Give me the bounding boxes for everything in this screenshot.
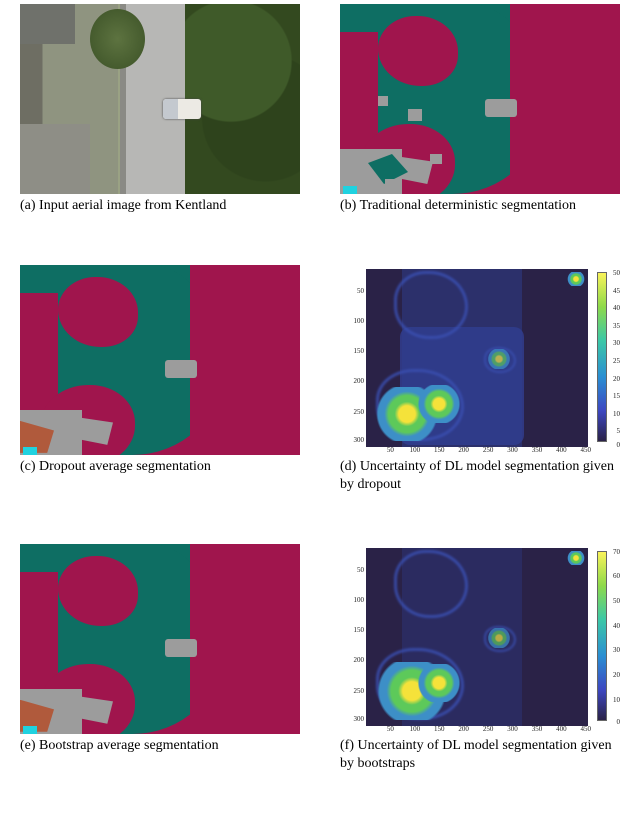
y-tick: 100: [346, 596, 364, 604]
x-tick: 200: [458, 446, 469, 454]
panel-f: 50 100 150 200 250 300 50 100 150 200 25…: [330, 544, 630, 773]
x-tick: 250: [483, 446, 494, 454]
cbar-tick: 0: [617, 441, 621, 449]
y-tick: 150: [346, 626, 364, 634]
colorbar-ticks-f: 70 60 50 40 30 20 10 0: [608, 548, 620, 724]
y-tick: 300: [346, 715, 364, 723]
x-tick: 450: [581, 725, 592, 733]
x-tick: 350: [532, 725, 543, 733]
x-tick: 250: [483, 725, 494, 733]
y-tick: 300: [346, 436, 364, 444]
panel-c: (c) Dropout average segmentation: [10, 265, 310, 494]
x-tick: 150: [434, 725, 445, 733]
y-axis-ticks-d: 50 100 150 200 250 300: [346, 269, 364, 447]
y-axis-ticks-f: 50 100 150 200 250 300: [346, 548, 364, 726]
y-tick: 150: [346, 347, 364, 355]
panel-a: (a) Input aerial image from Kentland: [10, 4, 310, 215]
panel-b: (b) Traditional deterministic segmentati…: [330, 4, 630, 215]
y-tick: 100: [346, 317, 364, 325]
uncertainty-dropout: 50 100 150 200 250 300 50 100 150 200 25…: [340, 265, 620, 455]
panel-e: (e) Bootstrap average segmentation: [10, 544, 310, 773]
figure-grid: (a) Input aerial image from Kentland (b)…: [0, 0, 640, 791]
caption-b: (b) Traditional deterministic segmentati…: [340, 197, 620, 215]
y-tick: 50: [346, 287, 364, 295]
cbar-tick: 30: [613, 339, 620, 347]
x-tick: 50: [387, 725, 394, 733]
cbar-tick: 45: [613, 287, 620, 295]
colorbar-f: [598, 552, 606, 720]
cbar-tick: 20: [613, 671, 620, 679]
cbar-tick: 5: [617, 427, 621, 435]
cbar-tick: 10: [613, 410, 620, 418]
cbar-tick: 20: [613, 375, 620, 383]
cbar-tick: 30: [613, 646, 620, 654]
x-axis-ticks-d: 50 100 150 200 250 300 350 400 450: [366, 446, 588, 455]
x-tick: 200: [458, 725, 469, 733]
cbar-tick: 40: [613, 304, 620, 312]
cbar-tick: 40: [613, 622, 620, 630]
x-tick: 50: [387, 446, 394, 454]
x-tick: 150: [434, 446, 445, 454]
segmentation-deterministic: [340, 4, 620, 194]
y-tick: 200: [346, 377, 364, 385]
panel-d: 50 100 150 200 250 300 50 100 150 200 25…: [330, 265, 630, 494]
caption-f: (f) Uncertainty of DL model segmentation…: [340, 737, 620, 773]
y-tick: 250: [346, 687, 364, 695]
caption-a: (a) Input aerial image from Kentland: [20, 197, 300, 215]
caption-e: (e) Bootstrap average segmentation: [20, 737, 300, 755]
cbar-tick: 50: [613, 269, 620, 277]
aerial-photo: [20, 4, 300, 194]
x-tick: 350: [532, 446, 543, 454]
caption-c: (c) Dropout average segmentation: [20, 458, 300, 476]
cbar-tick: 0: [617, 718, 621, 726]
cbar-tick: 35: [613, 322, 620, 330]
x-tick: 300: [507, 725, 518, 733]
segmentation-bootstrap: [20, 544, 300, 734]
cbar-tick: 10: [613, 696, 620, 704]
y-tick: 250: [346, 408, 364, 416]
cbar-tick: 60: [613, 572, 620, 580]
y-tick: 50: [346, 566, 364, 574]
colorbar-ticks-d: 50 45 40 35 30 25 20 15 10 5 0: [608, 269, 620, 445]
cbar-tick: 50: [613, 597, 620, 605]
cbar-tick: 70: [613, 548, 620, 556]
segmentation-dropout: [20, 265, 300, 455]
uncertainty-bootstrap: 50 100 150 200 250 300 50 100 150 200 25…: [340, 544, 620, 734]
x-tick: 100: [410, 446, 421, 454]
x-tick: 400: [556, 725, 567, 733]
x-axis-ticks-f: 50 100 150 200 250 300 350 400 450: [366, 725, 588, 734]
x-tick: 400: [556, 446, 567, 454]
x-tick: 450: [581, 446, 592, 454]
cbar-tick: 15: [613, 392, 620, 400]
colorbar-d: [598, 273, 606, 441]
x-tick: 300: [507, 446, 518, 454]
caption-d: (d) Uncertainty of DL model segmentation…: [340, 458, 620, 494]
x-tick: 100: [410, 725, 421, 733]
y-tick: 200: [346, 656, 364, 664]
cbar-tick: 25: [613, 357, 620, 365]
